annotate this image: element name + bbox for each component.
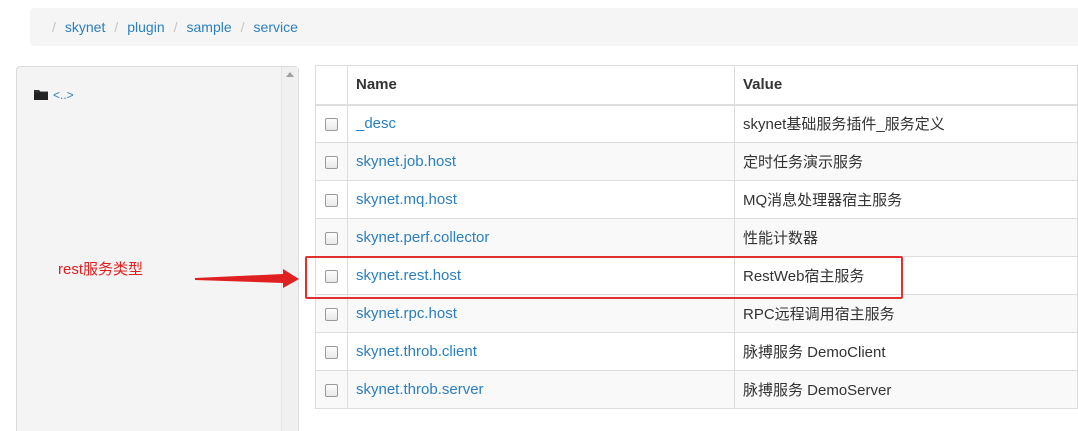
property-name-link[interactable]: skynet.throb.client xyxy=(356,343,477,360)
scroll-up-arrow-icon[interactable] xyxy=(286,72,294,77)
table-row: skynet.job.host 定时任务演示服务 xyxy=(315,142,1078,181)
breadcrumb-separator: / xyxy=(114,19,119,35)
breadcrumb-item-skynet[interactable]: skynet xyxy=(65,19,105,35)
row-checkbox[interactable] xyxy=(325,155,338,169)
breadcrumb-separator: / xyxy=(52,19,56,35)
parent-directory-link[interactable]: <..> xyxy=(34,88,74,102)
property-name-link[interactable]: skynet.mq.host xyxy=(356,191,457,208)
property-value: 性能计数器 xyxy=(734,218,1078,257)
file-tree-panel: <..> xyxy=(16,66,299,431)
property-name-link[interactable]: skynet.rpc.host xyxy=(356,305,457,322)
property-value: MQ消息处理器宿主服务 xyxy=(734,180,1078,219)
table-row: skynet.rest.host RestWeb宿主服务 xyxy=(315,256,1078,295)
row-checkbox[interactable] xyxy=(325,345,338,359)
table-header-row: Name Value xyxy=(315,65,1078,106)
breadcrumb-item-service[interactable]: service xyxy=(254,19,298,35)
header-checkbox-column xyxy=(315,65,348,106)
breadcrumb-item-sample[interactable]: sample xyxy=(187,19,232,35)
row-checkbox[interactable] xyxy=(325,193,338,207)
property-value: 定时任务演示服务 xyxy=(734,142,1078,181)
breadcrumb-item-plugin[interactable]: plugin xyxy=(127,19,164,35)
property-name-link[interactable]: _desc xyxy=(356,115,396,132)
table-row: skynet.perf.collector 性能计数器 xyxy=(315,218,1078,257)
header-value[interactable]: Value xyxy=(734,65,1078,106)
table-row: skynet.throb.client 脉搏服务 DemoClient xyxy=(315,332,1078,371)
table-row: skynet.mq.host MQ消息处理器宿主服务 xyxy=(315,180,1078,219)
property-name-link[interactable]: skynet.perf.collector xyxy=(356,229,489,246)
annotation-arrow-icon xyxy=(195,269,299,288)
properties-table: Name Value _desc skynet基础服务插件_服务定义 skyne… xyxy=(315,65,1078,409)
table-row: _desc skynet基础服务插件_服务定义 xyxy=(315,104,1078,143)
row-checkbox[interactable] xyxy=(325,269,338,283)
breadcrumb-separator: / xyxy=(240,19,245,35)
breadcrumb: / skynet / plugin / sample / service xyxy=(30,8,1078,46)
scrollbar[interactable] xyxy=(281,67,298,431)
property-name-link[interactable]: skynet.rest.host xyxy=(356,267,461,284)
folder-icon xyxy=(34,90,48,100)
parent-directory-label: <..> xyxy=(53,88,74,102)
property-value: 脉搏服务 DemoServer xyxy=(734,370,1078,409)
property-name-link[interactable]: skynet.job.host xyxy=(356,153,456,170)
property-value: skynet基础服务插件_服务定义 xyxy=(734,104,1078,143)
property-value: RestWeb宿主服务 xyxy=(734,256,1078,295)
property-value: 脉搏服务 DemoClient xyxy=(734,332,1078,371)
header-name[interactable]: Name xyxy=(347,65,735,106)
row-checkbox[interactable] xyxy=(325,383,338,397)
table-row: skynet.throb.server 脉搏服务 DemoServer xyxy=(315,370,1078,409)
row-checkbox[interactable] xyxy=(325,117,338,131)
property-name-link[interactable]: skynet.throb.server xyxy=(356,381,484,398)
table-row: skynet.rpc.host RPC远程调用宿主服务 xyxy=(315,294,1078,333)
row-checkbox[interactable] xyxy=(325,307,338,321)
annotation-label: rest服务类型 xyxy=(58,261,144,278)
breadcrumb-separator: / xyxy=(173,19,178,35)
property-value: RPC远程调用宿主服务 xyxy=(734,294,1078,333)
row-checkbox[interactable] xyxy=(325,231,338,245)
